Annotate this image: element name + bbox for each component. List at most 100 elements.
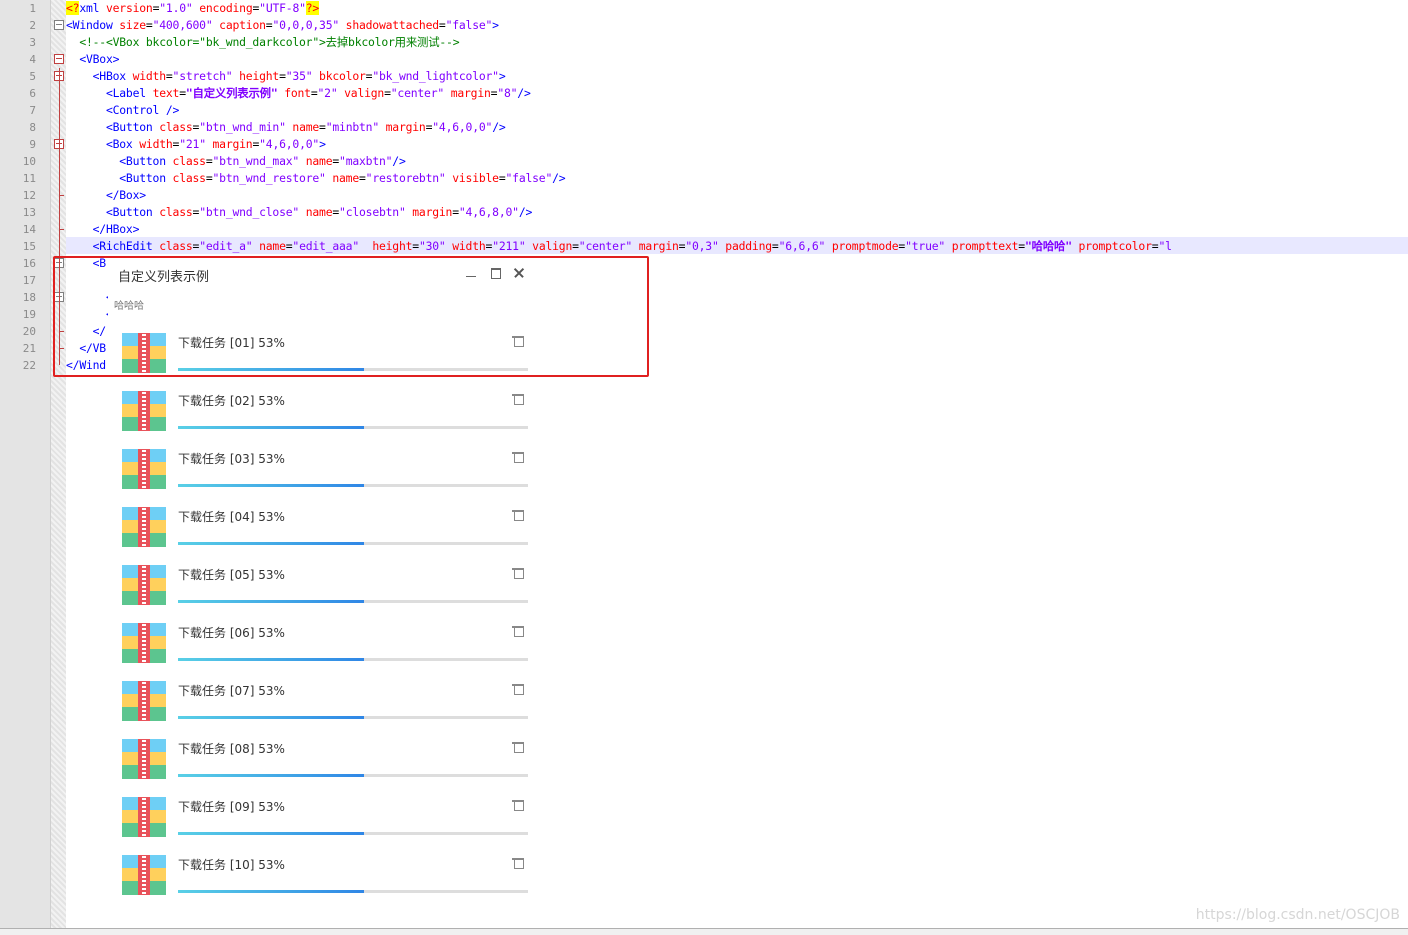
code-token: </HBox>	[66, 222, 140, 236]
code-token: "211"	[492, 239, 526, 253]
line-number: 4	[29, 53, 36, 66]
trash-icon[interactable]	[512, 857, 524, 869]
list-item[interactable]: 下载任务 [08] 53%	[108, 729, 536, 787]
status-bar	[0, 928, 1408, 935]
code-line[interactable]: </Box>	[66, 187, 146, 204]
line-number: 13	[22, 206, 36, 219]
code-token: =	[1018, 239, 1025, 253]
code-token: "restorebtn"	[365, 171, 446, 185]
code-token: =	[319, 120, 326, 134]
code-token: <Button	[66, 154, 173, 168]
code-token: =	[145, 18, 153, 32]
code-line[interactable]: </HBox>	[66, 221, 140, 238]
code-line[interactable]: <Window size="400,600" caption="0,0,0,35…	[66, 17, 499, 34]
code-line[interactable]: <VBox>	[66, 51, 119, 68]
code-line[interactable]: <Label text="自定义列表示例" font="2" valign="c…	[66, 85, 531, 102]
trash-icon[interactable]	[512, 741, 524, 753]
list-item[interactable]: 下载任务 [09] 53%	[108, 787, 536, 845]
code-line[interactable]: <RichEdit class = "edit_a" name = "edit_aaa"…	[66, 238, 1172, 255]
fold-end-tick	[59, 229, 64, 230]
code-token: <Window	[66, 18, 120, 32]
code-line[interactable]: <Button class="btn_wnd_min" name="minbtn…	[66, 119, 506, 136]
code-token: class	[159, 205, 193, 219]
trash-icon[interactable]	[512, 393, 524, 405]
code-token: class	[172, 171, 206, 185]
line-number: 20	[22, 325, 36, 338]
archive-icon	[122, 681, 166, 721]
code-token: =	[358, 171, 366, 185]
progress-fill	[178, 426, 364, 429]
code-token: "edit_aaa"	[292, 239, 359, 253]
code-token: "4,6,0,0"	[432, 120, 493, 134]
code-token: "center"	[578, 239, 633, 253]
code-token: =	[384, 86, 391, 100]
task-label: 下载任务 [06] 53%	[178, 626, 285, 640]
code-token: name	[299, 154, 333, 168]
code-token: promptcolor	[1071, 239, 1152, 253]
code-token: encoding	[199, 1, 253, 15]
code-token: "btn_wnd_restore"	[212, 171, 326, 185]
code-token: margin	[632, 239, 679, 253]
code-token: =	[179, 86, 186, 100]
code-token: =	[452, 205, 459, 219]
list-item[interactable]: 下载任务 [07] 53%	[108, 671, 536, 729]
trash-icon[interactable]	[512, 683, 524, 695]
task-label: 下载任务 [08] 53%	[178, 742, 285, 756]
trash-icon[interactable]	[512, 567, 524, 579]
code-token: >	[492, 18, 499, 32]
code-token: =	[205, 171, 213, 185]
list-item[interactable]: 下载任务 [10] 53%	[108, 845, 536, 903]
code-token: "8"	[497, 86, 518, 100]
code-token: >	[319, 137, 326, 151]
code-token: margin	[378, 120, 426, 134]
code-line[interactable]: <!--<VBox bkcolor="bk_wnd_darkcolor">去掉b…	[66, 34, 459, 51]
task-label: 下载任务 [05] 53%	[178, 568, 285, 582]
list-item[interactable]: 下载任务 [02] 53%	[108, 381, 536, 439]
code-token: =	[310, 86, 318, 100]
code-token: ?>	[305, 1, 320, 15]
code-token: =	[498, 171, 506, 185]
task-label: 下载任务 [09] 53%	[178, 800, 285, 814]
trash-icon[interactable]	[512, 625, 524, 637]
code-token: "自定义列表示例"	[185, 86, 278, 100]
trash-icon[interactable]	[512, 451, 524, 463]
code-token: <HBox	[66, 69, 133, 83]
code-line[interactable]: <?xml version="1.0" encoding="UTF-8"?>	[66, 0, 319, 17]
archive-icon	[122, 739, 166, 779]
progress-bar	[178, 426, 528, 429]
code-token: "0,3"	[685, 239, 719, 253]
fold-toggle-icon[interactable]	[54, 54, 64, 64]
code-token: width	[445, 239, 486, 253]
code-token: =	[438, 18, 446, 32]
code-token: >	[498, 69, 506, 83]
code-token: "btn_wnd_close"	[199, 205, 300, 219]
code-token: <Label	[66, 86, 153, 100]
code-token: />	[392, 154, 406, 168]
code-token: "false"	[445, 18, 493, 32]
task-label: 下载任务 [10] 53%	[178, 858, 285, 872]
archive-icon	[122, 449, 166, 489]
list-item[interactable]: 下载任务 [05] 53%	[108, 555, 536, 613]
code-line[interactable]: <Button class="btn_wnd_max" name="maxbtn…	[66, 153, 406, 170]
trash-icon[interactable]	[512, 509, 524, 521]
line-number: 6	[29, 87, 36, 100]
code-token: =	[412, 239, 419, 253]
fold-toggle-icon[interactable]	[54, 20, 64, 30]
list-item[interactable]: 下载任务 [03] 53%	[108, 439, 536, 497]
progress-fill	[178, 600, 364, 603]
archive-icon	[122, 565, 166, 605]
progress-bar	[178, 716, 528, 719]
code-line[interactable]: <Box width="21" margin="4,6,0,0">	[66, 136, 326, 153]
code-line[interactable]: <Button class="btn_wnd_restore" name="re…	[66, 170, 565, 187]
code-line[interactable]: <Button class="btn_wnd_close" name="clos…	[66, 204, 532, 221]
trash-icon[interactable]	[512, 799, 524, 811]
code-line[interactable]: <Control />	[66, 102, 179, 119]
list-item[interactable]: 下载任务 [06] 53%	[108, 613, 536, 671]
code-token: <Button	[66, 205, 160, 219]
code-token: "l	[1158, 239, 1172, 253]
line-number: 15	[22, 240, 36, 253]
code-token: "true"	[905, 239, 946, 253]
code-line[interactable]: <HBox width="stretch" height="35" bkcolo…	[66, 68, 506, 85]
line-number: 9	[29, 138, 36, 151]
list-item[interactable]: 下载任务 [04] 53%	[108, 497, 536, 555]
